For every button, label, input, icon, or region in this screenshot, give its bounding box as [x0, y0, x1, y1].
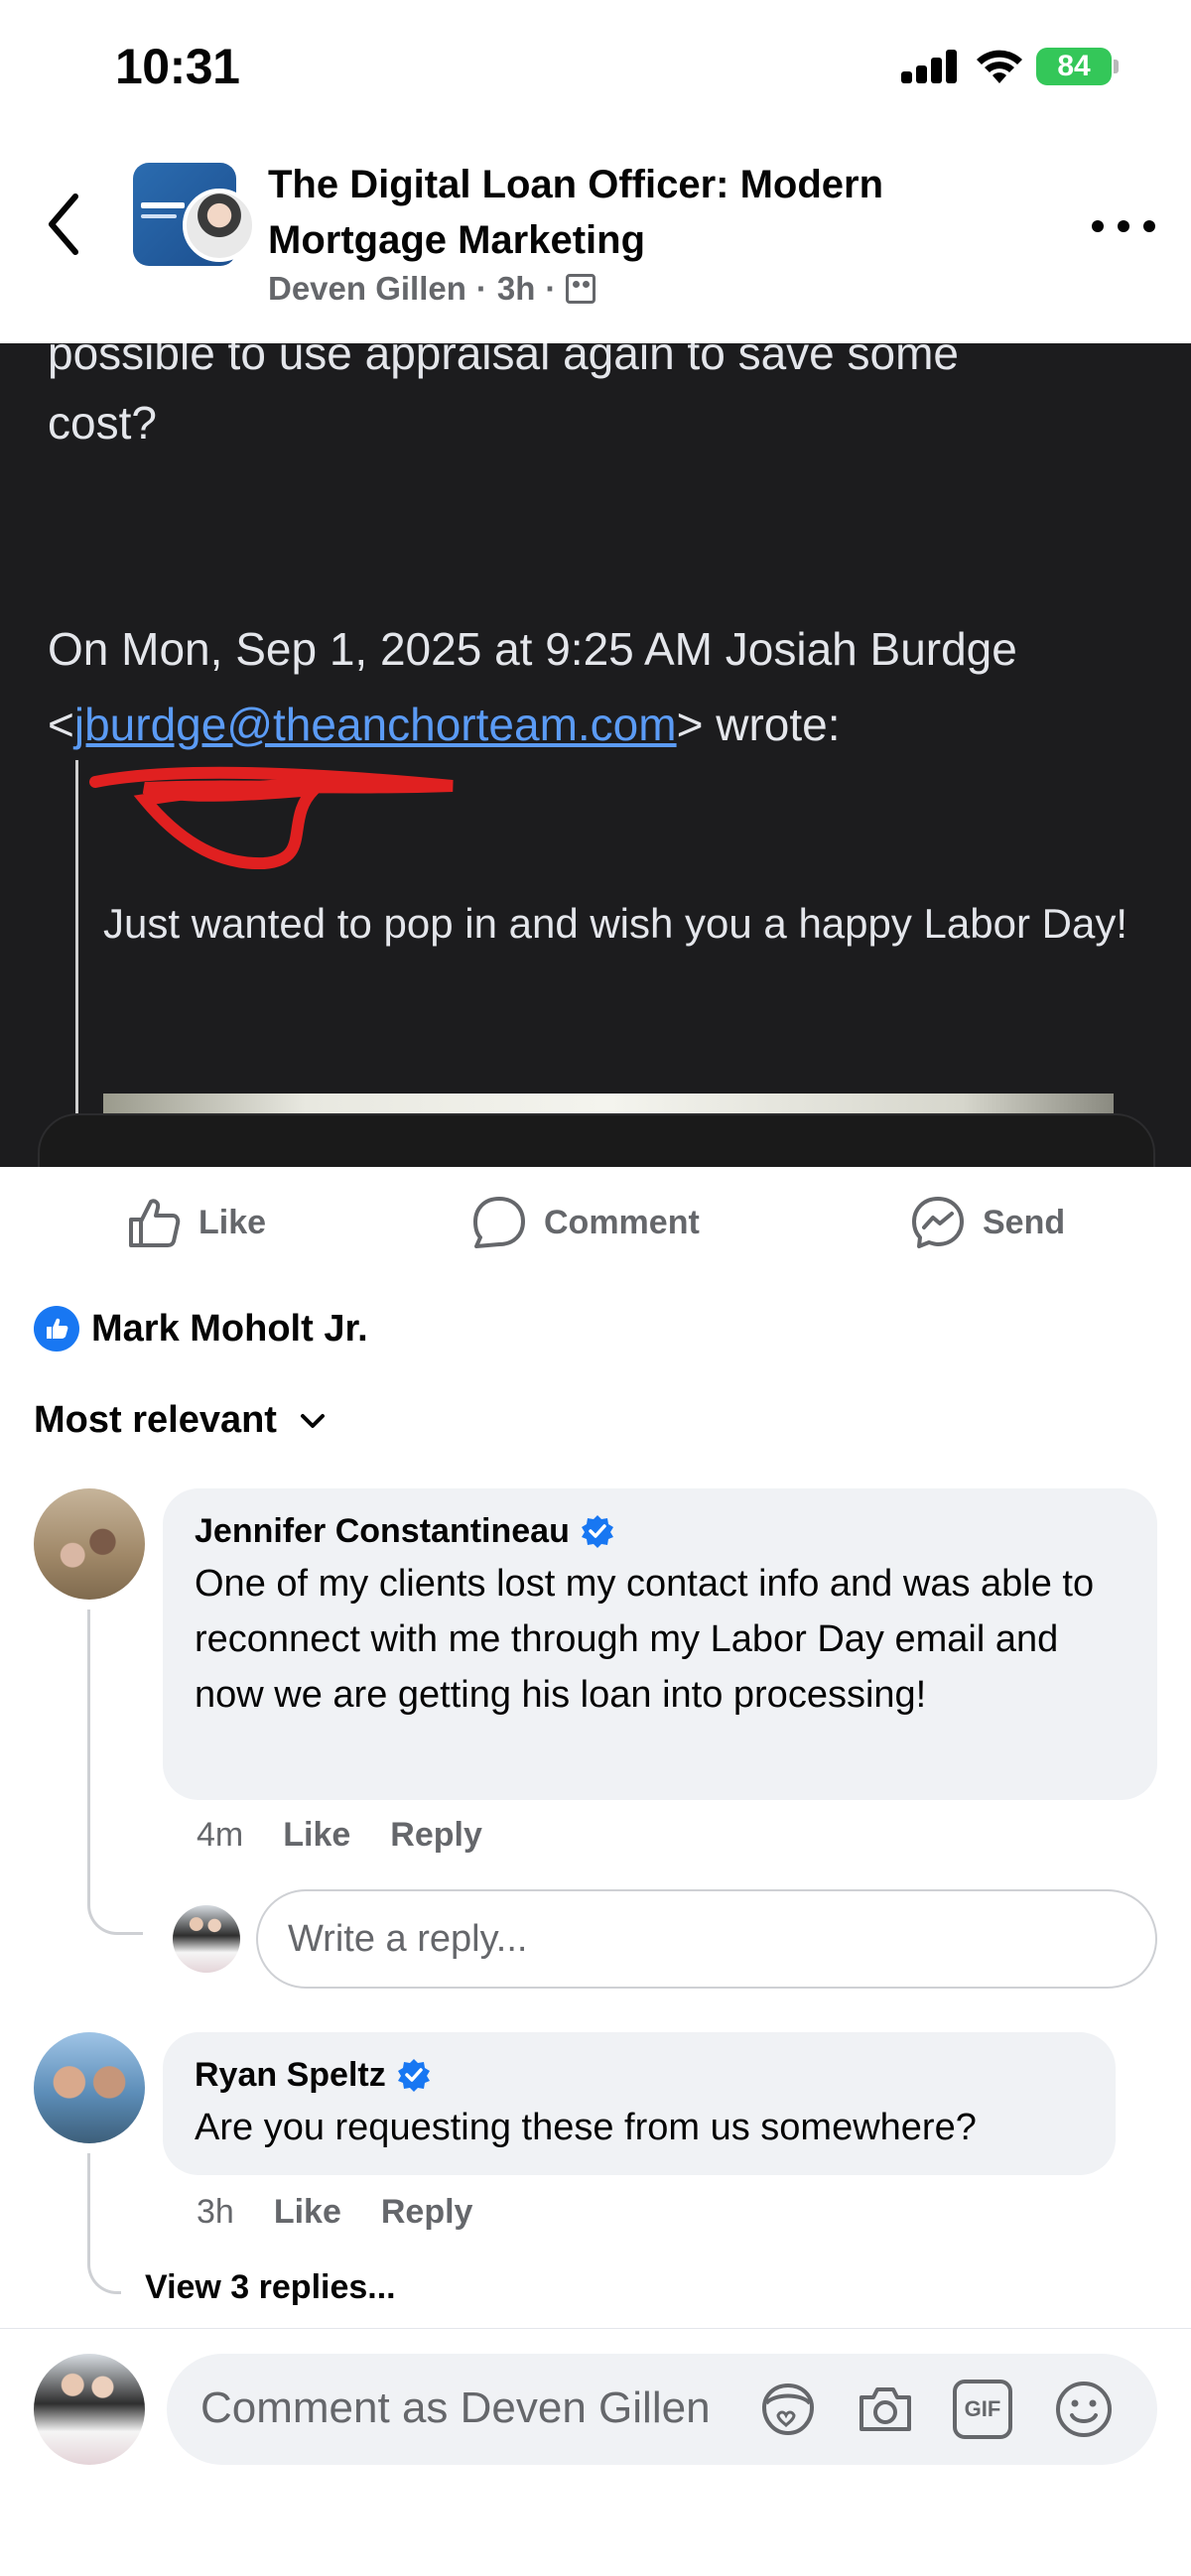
email-open: <	[48, 699, 74, 750]
comment-text: One of my clients lost my contact info a…	[195, 1563, 1095, 1716]
comment-reply-button-2[interactable]: Reply	[381, 2193, 473, 2232]
messenger-icon	[912, 1197, 964, 1248]
battery-cap	[1114, 60, 1119, 73]
reply-placeholder: Write a reply...	[288, 1917, 528, 1960]
like-reaction-icon	[34, 1306, 79, 1352]
post-meta: Deven Gillen · 3h ·	[268, 270, 596, 308]
comment-icon	[473, 1197, 525, 1248]
comment-reply-button[interactable]: Reply	[390, 1816, 482, 1855]
battery-indicator: 84	[1036, 48, 1112, 85]
comment-bubble-2[interactable]: Ryan Speltz Are you requesting these fro…	[163, 2032, 1116, 2175]
comment-input[interactable]: Comment as Deven Gillen GIF	[167, 2354, 1157, 2465]
comment-label: Comment	[544, 1203, 700, 1241]
comment-author[interactable]: Jennifer Constantineau	[195, 1510, 570, 1552]
view-replies-link[interactable]: View 3 replies...	[145, 2268, 396, 2307]
post-image-text-cut: possible to use appraisal again to save …	[48, 343, 960, 379]
comment-bubble[interactable]: Jennifer Constantineau One of my clients…	[163, 1488, 1157, 1800]
group-title[interactable]: The Digital Loan Officer: Modern Mortgag…	[268, 157, 983, 268]
emoji-icon[interactable]	[1052, 2378, 1116, 2441]
author-avatar[interactable]	[183, 189, 256, 262]
reply-input[interactable]: Write a reply...	[256, 1889, 1157, 1989]
post-author[interactable]: Deven Gillen	[268, 270, 466, 308]
reactions-summary[interactable]: Mark Moholt Jr.	[34, 1306, 368, 1352]
verified-icon	[397, 2059, 430, 2092]
meta-separator-2: ·	[545, 270, 557, 307]
members-icon	[566, 274, 596, 304]
gif-label: GIF	[964, 2396, 1001, 2421]
my-avatar-small	[173, 1905, 240, 1973]
commenter-avatar-jennifer[interactable]	[34, 1488, 145, 1600]
email-close: > wrote:	[676, 699, 841, 750]
cellular-signal-icon	[901, 50, 957, 83]
thread-connector	[87, 1610, 143, 1935]
comment-meta-2: 3h Like Reply	[197, 2193, 472, 2232]
thread-connector-2	[87, 2153, 121, 2294]
meta-separator: ·	[475, 270, 487, 307]
wifi-icon	[977, 50, 1022, 83]
status-bar: 10:31 84	[0, 0, 1191, 139]
comment-author-2[interactable]: Ryan Speltz	[195, 2054, 386, 2096]
comment-time: 4m	[197, 1816, 244, 1854]
comment-author-row-2: Ryan Speltz	[195, 2054, 1084, 2096]
comment-placeholder: Comment as Deven Gillen	[200, 2383, 711, 2432]
email-link[interactable]: jburdge@theanchorteam.com	[74, 699, 677, 750]
chevron-down-icon	[300, 1413, 325, 1428]
battery-level: 84	[1057, 50, 1091, 82]
post-image-text-date: On Mon, Sep 1, 2025 at 9:25 AM Josiah Bu…	[48, 623, 1017, 675]
comment-button[interactable]: Comment	[470, 1191, 700, 1254]
post-image-text-email-line: <jburdge@theanchorteam.com> wrote:	[48, 687, 841, 762]
sort-label: Most relevant	[34, 1399, 277, 1441]
commenter-avatar-ryan[interactable]	[34, 2032, 145, 2143]
post-header: The Digital Loan Officer: Modern Mortgag…	[0, 139, 1191, 343]
my-avatar	[34, 2354, 145, 2465]
comment-like-button[interactable]: Like	[283, 1816, 350, 1855]
like-label: Like	[198, 1203, 267, 1241]
like-button[interactable]: Like	[125, 1191, 266, 1254]
send-button[interactable]: Send	[909, 1191, 1065, 1254]
post-image[interactable]: possible to use appraisal again to save …	[0, 343, 1191, 1167]
send-label: Send	[983, 1203, 1066, 1241]
like-icon	[129, 1199, 181, 1247]
image-card-edge	[38, 1113, 1155, 1167]
post-image-quote: Just wanted to pop in and wish you a hap…	[103, 900, 1127, 947]
action-bar: Like Comment Send	[0, 1167, 1191, 1276]
status-time: 10:31	[115, 39, 240, 94]
comment-text-2: Are you requesting these from us somewhe…	[195, 2107, 977, 2148]
comment-meta: 4m Like Reply	[197, 1816, 482, 1855]
avatar-sticker-icon[interactable]	[756, 2378, 820, 2441]
comment-time-2: 3h	[197, 2193, 234, 2231]
verified-icon	[581, 1515, 613, 1548]
comment-sort-dropdown[interactable]: Most relevant	[34, 1399, 327, 1442]
gif-icon[interactable]: GIF	[953, 2380, 1012, 2439]
post-image-text-cost: cost?	[48, 397, 157, 449]
more-icon[interactable]	[1092, 214, 1155, 238]
quote-bar	[75, 760, 78, 1167]
back-arrow-icon[interactable]	[40, 185, 89, 264]
post-time: 3h	[496, 270, 536, 307]
redaction-scribble	[89, 766, 454, 869]
camera-icon[interactable]	[854, 2378, 917, 2441]
reaction-names: Mark Moholt Jr.	[91, 1307, 368, 1350]
comment-like-button-2[interactable]: Like	[274, 2193, 341, 2232]
comment-author-row: Jennifer Constantineau	[195, 1510, 1125, 1552]
embedded-image-strip	[103, 1094, 1114, 1113]
